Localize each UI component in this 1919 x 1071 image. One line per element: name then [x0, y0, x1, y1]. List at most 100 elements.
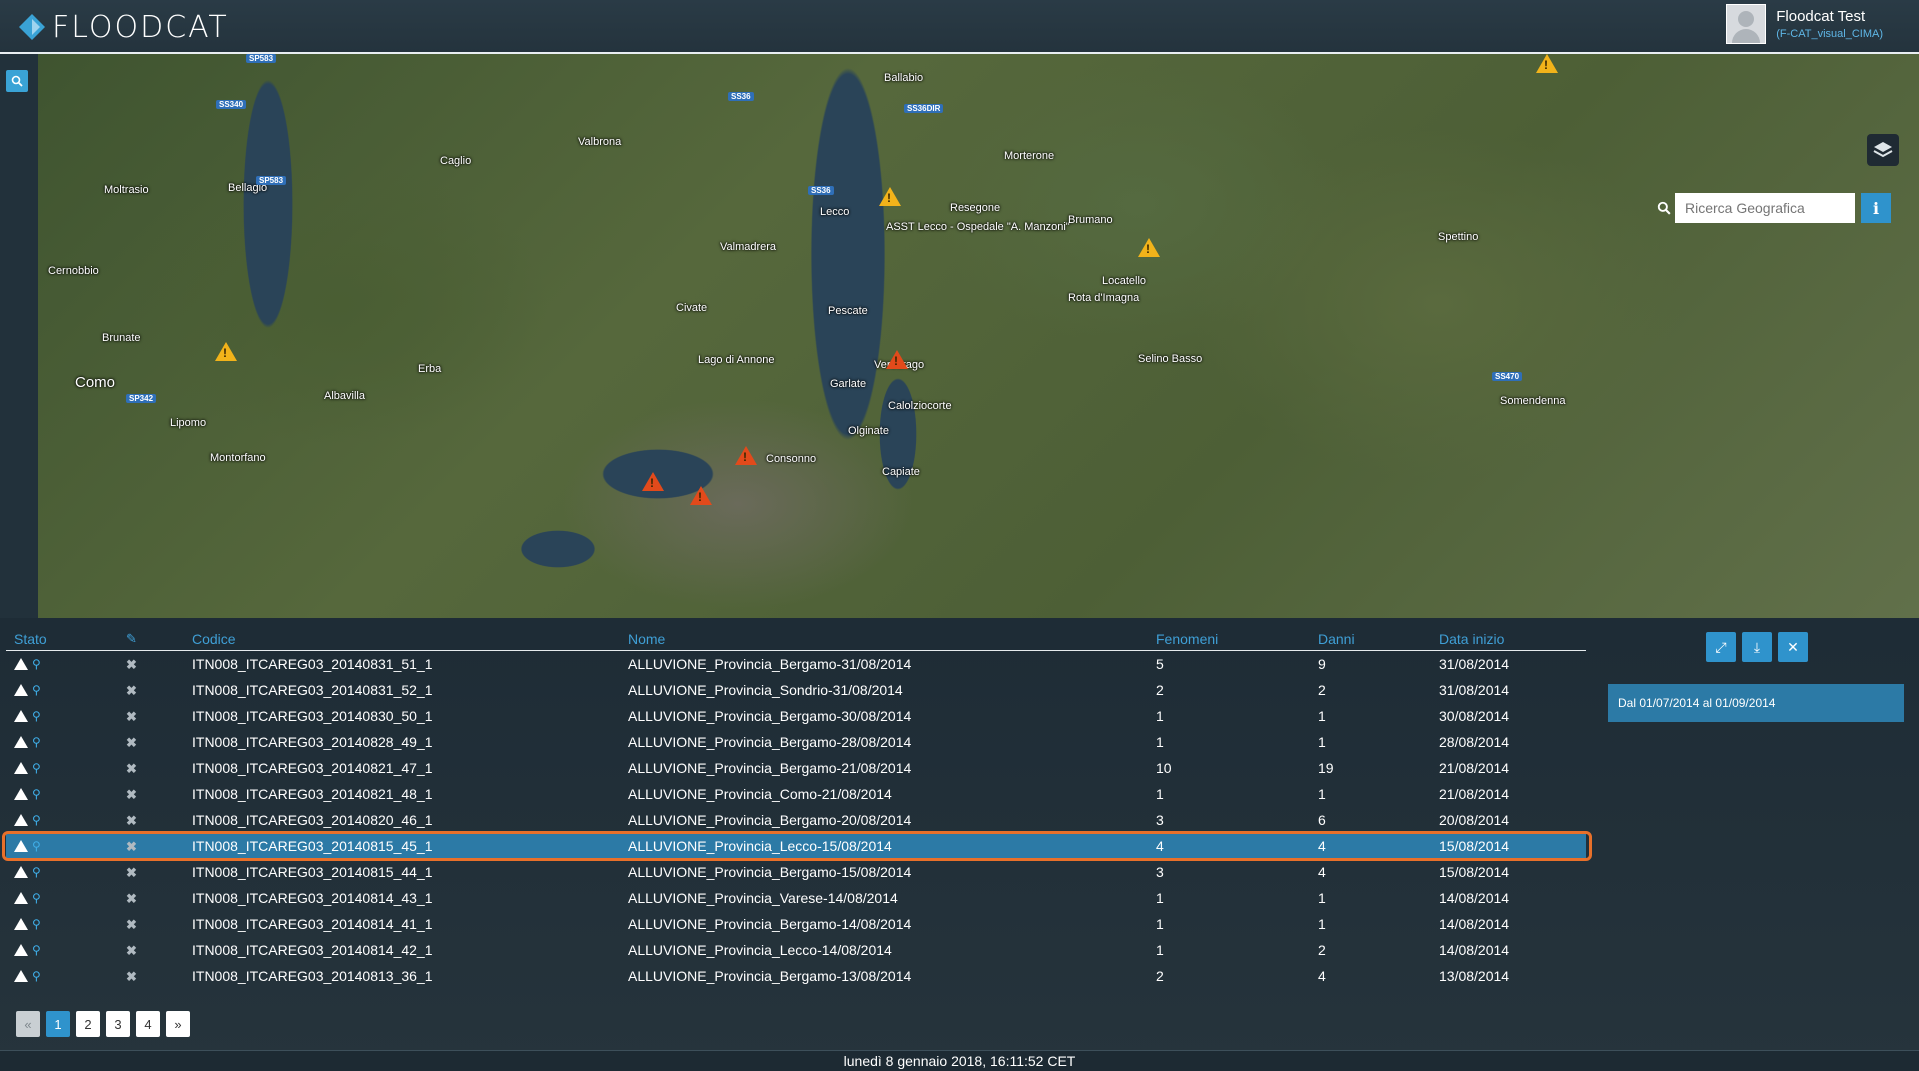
col-stato[interactable]: Stato — [6, 626, 118, 651]
info-button[interactable]: i — [1861, 193, 1891, 223]
delete-icon[interactable]: ✖ — [126, 735, 137, 750]
delete-icon[interactable]: ✖ — [126, 683, 137, 698]
search-icon[interactable] — [6, 70, 28, 92]
warning-marker-icon[interactable] — [215, 342, 237, 361]
col-codice[interactable]: Codice — [184, 626, 620, 651]
map-place-label: Civate — [676, 302, 708, 314]
map-pin-icon[interactable]: ⚲ — [32, 735, 41, 749]
date-range-filter[interactable]: Dal 01/07/2014 al 01/09/2014 — [1608, 684, 1904, 722]
user-profile-label: (F-CAT_visual_CIMA) — [1776, 28, 1883, 40]
delete-icon[interactable]: ✖ — [126, 761, 137, 776]
col-danni[interactable]: Danni — [1310, 626, 1431, 651]
row-data-inizio: 30/08/2014 — [1439, 708, 1510, 724]
page-next[interactable]: » — [166, 1011, 190, 1037]
warning-marker-icon[interactable] — [1536, 54, 1558, 73]
row-danni: 1 — [1318, 786, 1326, 802]
map-place-label: ASST Lecco - Ospedale "A. Manzoni" — [886, 221, 1070, 233]
table-row[interactable]: ⚲ ✖ ITN008_ITCAREG03_20140831_52_1 ALLUVION… — [6, 677, 1586, 703]
map-pin-icon[interactable]: ⚲ — [32, 917, 41, 931]
delete-icon[interactable]: ✖ — [126, 657, 137, 672]
map-pin-icon[interactable]: ⚲ — [32, 709, 41, 723]
map-pin-icon[interactable]: ⚲ — [32, 943, 41, 957]
road-label: SS340 — [216, 100, 247, 109]
delete-icon[interactable]: ✖ — [126, 813, 137, 828]
user-menu[interactable]: Floodcat Test (F-CAT_visual_CIMA) — [1726, 4, 1883, 44]
map-pin-icon[interactable]: ⚲ — [32, 787, 41, 801]
map-pin-icon[interactable]: ⚲ — [32, 891, 41, 905]
page-2[interactable]: 2 — [76, 1011, 100, 1037]
map-pin-icon[interactable]: ⚲ — [32, 813, 41, 827]
col-data-inizio[interactable]: Data inizio — [1431, 626, 1586, 651]
row-codice: ITN008_ITCAREG03_20140821_47_1 — [192, 760, 433, 776]
table-row[interactable]: ⚲ ✖ ITN008_ITCAREG03_20140830_50_1 ALLUVION… — [6, 703, 1586, 729]
close-icon[interactable]: ✕ — [1778, 632, 1808, 662]
table-row[interactable]: ⚲ ✖ ITN008_ITCAREG03_20140821_48_1 ALLUVION… — [6, 781, 1586, 807]
map-pin-icon[interactable]: ⚲ — [32, 865, 41, 879]
delete-icon[interactable]: ✖ — [126, 787, 137, 802]
row-data-inizio: 15/08/2014 — [1439, 864, 1510, 880]
table-row[interactable]: ⚲ ✖ ITN008_ITCAREG03_20140820_46_1 ALLUVION… — [6, 807, 1586, 833]
row-fenomeni: 1 — [1156, 942, 1164, 958]
layers-icon[interactable] — [1867, 134, 1899, 166]
table-row[interactable]: ⚲ ✖ ITN008_ITCAREG03_20140828_49_1 ALLUVION… — [6, 729, 1586, 755]
warning-icon — [14, 866, 28, 878]
map-pin-icon[interactable]: ⚲ — [32, 969, 41, 983]
warning-icon — [14, 710, 28, 722]
map-place-label: Moltrasio — [104, 184, 149, 196]
table-row[interactable]: ⚲ ✖ ITN008_ITCAREG03_20140831_51_1 ALLUVION… — [6, 651, 1586, 678]
alert-marker-icon[interactable] — [735, 446, 757, 465]
page-prev[interactable]: « — [16, 1011, 40, 1037]
map-place-label: Cernobbio — [48, 265, 99, 277]
warning-icon — [14, 736, 28, 748]
alert-marker-icon[interactable] — [690, 486, 712, 505]
page-3[interactable]: 3 — [106, 1011, 130, 1037]
col-nome[interactable]: Nome — [620, 626, 1148, 651]
row-codice: ITN008_ITCAREG03_20140814_42_1 — [192, 942, 433, 958]
delete-icon[interactable]: ✖ — [126, 969, 137, 984]
map-pin-icon[interactable]: ⚲ — [32, 657, 41, 671]
row-danni: 4 — [1318, 968, 1326, 984]
delete-icon[interactable]: ✖ — [126, 891, 137, 906]
table-row[interactable]: ⚲ ✖ ITN008_ITCAREG03_20140821_47_1 ALLUVION… — [6, 755, 1586, 781]
col-edit[interactable]: ✎ — [118, 626, 184, 651]
events-panel: Stato ✎ Codice Nome Fenomeni Danni Data … — [0, 618, 1919, 1050]
delete-icon[interactable]: ✖ — [126, 943, 137, 958]
delete-icon[interactable]: ✖ — [126, 839, 137, 854]
row-fenomeni: 2 — [1156, 682, 1164, 698]
panel-actions: ⤢ ⤓ ✕ — [1706, 632, 1808, 662]
table-row[interactable]: ⚲ ✖ ITN008_ITCAREG03_20140814_43_1 ALLUVION… — [6, 885, 1586, 911]
delete-icon[interactable]: ✖ — [126, 709, 137, 724]
expand-icon[interactable]: ⤢ — [1706, 632, 1736, 662]
app-logo[interactable]: FLOODCAT — [18, 10, 229, 45]
row-danni: 19 — [1318, 760, 1334, 776]
warning-icon — [14, 918, 28, 930]
map-pin-icon[interactable]: ⚲ — [32, 761, 41, 775]
delete-icon[interactable]: ✖ — [126, 865, 137, 880]
map-place-label: Albavilla — [324, 390, 365, 402]
alert-marker-icon[interactable] — [886, 350, 908, 369]
page-1[interactable]: 1 — [46, 1011, 70, 1037]
map-pin-icon[interactable]: ⚲ — [32, 839, 41, 853]
map-pin-icon[interactable]: ⚲ — [32, 683, 41, 697]
row-stato: ⚲ — [6, 963, 118, 989]
download-icon[interactable]: ⤓ — [1742, 632, 1772, 662]
table-row[interactable]: ⚲ ✖ ITN008_ITCAREG03_20140815_45_1 ALLUVION… — [6, 833, 1586, 859]
alert-marker-icon[interactable] — [642, 472, 664, 491]
row-delete: ✖ — [118, 703, 184, 729]
geo-search-input[interactable] — [1675, 193, 1855, 223]
col-fenomeni[interactable]: Fenomeni — [1148, 626, 1310, 651]
table-row[interactable]: ⚲ ✖ ITN008_ITCAREG03_20140813_36_1 ALLUVION… — [6, 963, 1586, 989]
page-4[interactable]: 4 — [136, 1011, 160, 1037]
road-label: SS470 — [1492, 372, 1523, 381]
delete-icon[interactable]: ✖ — [126, 917, 137, 932]
road-label: SS36 — [808, 186, 834, 195]
table-row[interactable]: ⚲ ✖ ITN008_ITCAREG03_20140814_42_1 ALLUVION… — [6, 937, 1586, 963]
map-view[interactable]: i Como Lecco Cernobbio Erba Valmadrera Lago d… — [38, 54, 1919, 618]
table-row[interactable]: ⚲ ✖ ITN008_ITCAREG03_20140814_41_1 ALLUVION… — [6, 911, 1586, 937]
row-delete: ✖ — [118, 807, 184, 833]
warning-marker-icon[interactable] — [1138, 238, 1160, 257]
table-row[interactable]: ⚲ ✖ ITN008_ITCAREG03_20140815_44_1 ALLUVION… — [6, 859, 1586, 885]
row-stato: ⚲ — [6, 833, 118, 859]
warning-marker-icon[interactable] — [879, 187, 901, 206]
map-place-label: Resegone — [950, 202, 1001, 214]
